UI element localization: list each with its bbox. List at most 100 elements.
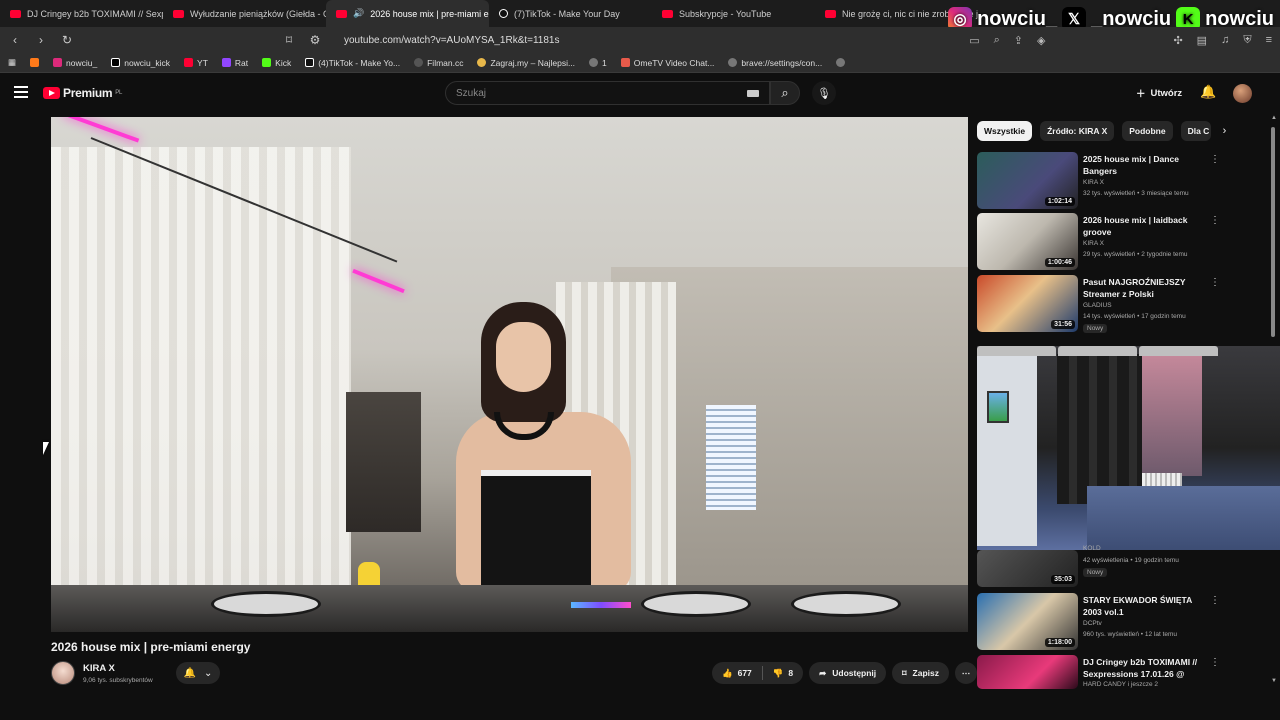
speaker-icon[interactable]: 🔊 <box>353 8 364 19</box>
plus-icon: ＋ <box>1136 89 1146 100</box>
bookmark-item[interactable]: (4)TikTok - Make Yo... <box>305 58 400 68</box>
video-frame-dj <box>436 302 641 632</box>
zoom-icon[interactable]: ⌕ <box>994 34 1000 47</box>
dislike-button[interactable]: 👎 8 <box>763 662 803 684</box>
tiktok-icon <box>305 58 315 67</box>
browser-tab[interactable]: Subskrypcje - YouTube <box>652 0 815 27</box>
browser-tab-active[interactable]: 🔊2026 house mix | pre-miami e✕ <box>326 0 489 27</box>
video-thumbnail[interactable]: 1:02:14 <box>977 152 1078 209</box>
youtube-icon <box>173 9 184 18</box>
video-player[interactable] <box>51 117 968 632</box>
more-vertical-icon[interactable]: ⋮ <box>1210 154 1220 165</box>
bookmark-item[interactable]: YT <box>184 58 208 68</box>
browser-tab[interactable]: DJ Cringey b2b TOXIMAMI // Sexpre <box>0 0 163 27</box>
back-icon[interactable]: ‹ <box>8 33 22 47</box>
forward-icon[interactable]: › <box>34 33 48 47</box>
chevron-down-icon: ⌄ <box>204 667 213 679</box>
scrollbar-thumb[interactable] <box>1271 127 1275 337</box>
brave-shield-icon[interactable]: ◈ <box>1037 34 1045 47</box>
youtube-header: Premium PL Szukaj ⌕ 🎙 ＋ Utwórz 🔔 <box>0 73 1280 113</box>
x-icon <box>111 58 121 67</box>
chevron-right-icon[interactable]: › <box>1223 125 1227 137</box>
mixer-leds <box>571 602 631 608</box>
reload-icon[interactable]: ↻ <box>60 33 74 47</box>
vpn-icon[interactable]: ⛨ <box>1243 34 1251 47</box>
share-icon[interactable]: ⇪ <box>1014 34 1023 47</box>
bookmark-item[interactable]: Kick <box>262 58 291 68</box>
video-thumbnail[interactable]: 35:03 <box>977 550 1078 587</box>
bookmark-item[interactable]: nowciu_kick <box>111 58 170 68</box>
bookmark-item[interactable]: brave://settings/con... <box>728 58 822 68</box>
bookmark-item[interactable] <box>30 58 40 67</box>
turntable-platter <box>211 591 321 617</box>
sidebar-icon[interactable]: ▤ <box>1197 34 1207 47</box>
keyboard-icon[interactable] <box>747 90 759 97</box>
bookmarks-bar: ▦ nowciu_ nowciu_kick YT Rat Kick (4)Tik… <box>0 53 1280 73</box>
media-icon[interactable]: ♫ <box>1221 34 1229 47</box>
recommendation-item[interactable]: 35:03 KOLD 42 wyświetlenia • 19 godzin t… <box>977 535 1222 587</box>
cast-icon[interactable]: ▭ <box>969 34 979 47</box>
bookmark-item[interactable]: OmeTV Video Chat... <box>620 58 714 68</box>
more-vertical-icon[interactable]: ⋮ <box>1210 277 1220 288</box>
video-thumbnail[interactable]: 1:18:00 <box>977 593 1078 650</box>
video-frame-curtain <box>51 147 351 587</box>
recommendation-item[interactable]: 1:00:46 2026 house mix | laidback groove… <box>977 213 1222 271</box>
channel-name[interactable]: KIRA X <box>83 663 115 674</box>
search-button[interactable]: ⌕ <box>770 81 800 105</box>
account-avatar[interactable] <box>1233 84 1252 103</box>
youtube-logo[interactable]: Premium PL <box>43 86 122 100</box>
bookmark-item[interactable]: nowciu_ <box>53 58 97 68</box>
turntable-platter <box>641 591 751 617</box>
bookmark-item[interactable]: Filman.cc <box>414 58 463 68</box>
address-actions: ▭ ⌕ ⇪ ◈ ✣ ▤ ♫ ⛨ ≡ <box>969 34 1272 47</box>
video-thumbnail[interactable]: 31:56 <box>977 275 1078 332</box>
scroll-down-arrow-icon[interactable]: ▼ <box>1271 678 1277 684</box>
more-actions-button[interactable]: ⋯ <box>954 662 977 684</box>
chip-all[interactable]: Wszystkie <box>977 121 1033 141</box>
more-vertical-icon[interactable]: ⋮ <box>1210 657 1220 668</box>
chip-related[interactable]: Podobne <box>1122 121 1173 141</box>
thumbs-down-icon: 👎 <box>772 667 784 678</box>
kick-icon <box>262 58 272 67</box>
recommendation-item[interactable]: 31:56 Pasut NAJGROŹNIEJSZY Streamer z Po… <box>977 275 1222 333</box>
chip-source[interactable]: Źródło: KIRA X <box>1040 121 1115 141</box>
url-field[interactable]: youtube.com/watch?v=AUoMYSA_1Rk&t=1181s <box>344 35 560 46</box>
zagraj-icon <box>477 58 487 67</box>
address-bar: ‹ › ↻ ⌑ ⚙ youtube.com/watch?v=AUoMYSA_1R… <box>0 27 1280 53</box>
youtube-play-icon <box>43 87 60 99</box>
youtube-icon <box>825 9 836 18</box>
page-scrollbar[interactable] <box>1270 115 1276 680</box>
video-thumbnail[interactable] <box>977 655 1078 689</box>
bookmark-item[interactable] <box>836 58 846 67</box>
notifications-bell-icon[interactable]: 🔔 <box>1200 84 1216 100</box>
menu-icon[interactable] <box>14 86 28 98</box>
subscription-bell-button[interactable]: 🔔 ⌄ <box>176 662 220 684</box>
channel-avatar[interactable] <box>51 661 75 685</box>
bookmark-item[interactable]: Rat <box>221 58 248 68</box>
video-thumbnail[interactable]: 1:00:46 <box>977 213 1078 270</box>
recommendation-item[interactable]: 1:18:00 STARY EKWADOR ŚWIĘTA 2003 vol.1 … <box>977 593 1222 651</box>
search-input[interactable]: Szukaj <box>445 81 770 105</box>
browser-tab[interactable]: Wyłudzanie pieniążków (Giełda - Od <box>163 0 326 27</box>
share-button[interactable]: ➦ Udostępnij <box>809 662 887 684</box>
apps-grid-icon[interactable]: ▦ <box>8 57 16 68</box>
more-vertical-icon[interactable]: ⋮ <box>1210 215 1220 226</box>
voice-search-button[interactable]: 🎙 <box>812 81 836 105</box>
extensions-icon[interactable]: ✣ <box>1173 34 1182 47</box>
recommendation-item[interactable]: 1:02:14 2025 house mix | Dance Bangers K… <box>977 152 1222 210</box>
menu-icon[interactable]: ≡ <box>1266 34 1272 47</box>
bookmark-item[interactable]: Zagraj.my – Najlepsi... <box>477 58 575 68</box>
bookmark-icon: ⌑ <box>902 667 907 678</box>
create-button[interactable]: ＋ Utwórz <box>1136 86 1182 101</box>
browser-tab[interactable]: (7)TikTok - Make Your Day <box>489 0 652 27</box>
site-settings-icon[interactable]: ⚙ <box>308 33 322 47</box>
chip-for-you[interactable]: Dla C <box>1180 121 1211 141</box>
like-button[interactable]: 👍 677 <box>712 662 762 684</box>
bookmark-item[interactable]: 1 <box>589 58 607 68</box>
bookmark-icon[interactable]: ⌑ <box>282 33 296 47</box>
recommendation-item[interactable]: DJ Cringey b2b TOXIMAMI // Sexpressions … <box>977 655 1222 689</box>
save-button[interactable]: ⌑ Zapisz <box>892 662 949 684</box>
youtube-icon <box>10 9 21 18</box>
more-vertical-icon[interactable]: ⋮ <box>1210 595 1220 606</box>
globe-icon <box>836 58 846 67</box>
